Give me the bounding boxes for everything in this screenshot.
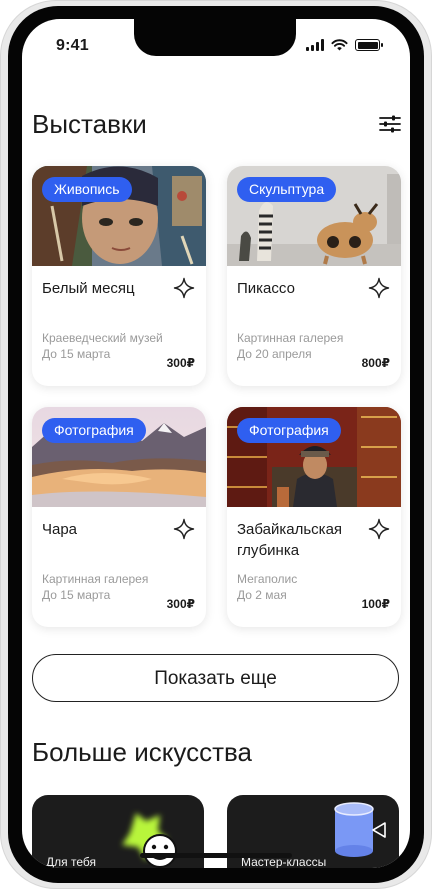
- portrait-photo: Фотография: [227, 407, 401, 507]
- card-title: Пикассо: [237, 280, 295, 297]
- sculpture-image: Скульптура: [227, 166, 401, 266]
- play-triangle-icon: [372, 822, 386, 838]
- card-date: До 15 марта: [42, 588, 111, 602]
- smiley-icon: [143, 834, 177, 868]
- more-art-title: Больше искусства: [32, 737, 252, 767]
- home-indicator: [140, 853, 292, 858]
- category-tag: Скульптура: [237, 177, 337, 202]
- card-venue: Картинная галерея: [42, 572, 149, 586]
- star-outline-icon[interactable]: [173, 518, 195, 540]
- card-title: Чара: [42, 521, 78, 538]
- show-more-button[interactable]: Показать еще: [32, 654, 399, 702]
- exhibition-card[interactable]: Фотография Забайкальская глубинка Мегапо…: [227, 407, 401, 627]
- sliders-icon[interactable]: [378, 112, 402, 136]
- status-time: 9:41: [56, 37, 89, 54]
- star-outline-icon[interactable]: [173, 277, 195, 299]
- exhibition-card[interactable]: Живопись Белый месяц Краеведческий музей…: [32, 166, 206, 386]
- notch: [134, 19, 296, 56]
- screen: 9:41 Выставки Живопись Белый месяц Краев…: [22, 19, 410, 868]
- card-date: До 20 апреля: [237, 347, 312, 361]
- card-price: 800₽: [361, 356, 390, 370]
- card-price: 300₽: [166, 597, 195, 611]
- art-card-label: Для тебя: [46, 855, 96, 868]
- signal-icon: [306, 39, 324, 51]
- category-tag: Фотография: [42, 418, 146, 443]
- exhibition-card[interactable]: Скульптура Пикассо Картинная галерея До …: [227, 166, 401, 386]
- card-title: Забайкальская глубинка: [237, 521, 343, 559]
- battery-icon: [355, 39, 383, 51]
- card-date: До 2 мая: [237, 588, 287, 602]
- card-venue: Картинная галерея: [237, 331, 344, 345]
- card-date: До 15 марта: [42, 347, 111, 361]
- card-venue: Краеведческий музей: [42, 331, 163, 345]
- card-price: 100₽: [361, 597, 390, 611]
- category-tag: Фотография: [237, 418, 341, 443]
- star-outline-icon[interactable]: [368, 518, 390, 540]
- wifi-icon: [331, 39, 348, 51]
- landscape-photo: Фотография: [32, 407, 206, 507]
- category-tag: Живопись: [42, 177, 132, 202]
- card-venue: Мегаполис: [237, 572, 298, 586]
- card-title: Белый месяц: [42, 280, 135, 297]
- exhibitions-title: Выставки: [32, 109, 147, 139]
- card-price: 300₽: [166, 356, 195, 370]
- painting-image: Живопись: [32, 166, 206, 266]
- exhibition-card[interactable]: Фотография Чара Картинная галерея До 15 …: [32, 407, 206, 627]
- status-icons: [306, 39, 383, 51]
- star-outline-icon[interactable]: [368, 277, 390, 299]
